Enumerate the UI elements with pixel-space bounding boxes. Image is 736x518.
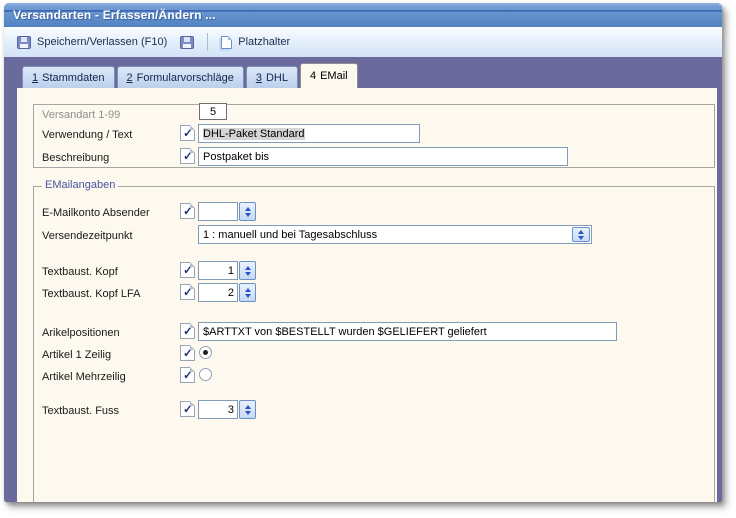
down-arrow-icon — [245, 411, 251, 415]
tab-dhl[interactable]: 3 DHL — [246, 66, 298, 88]
up-arrow-icon — [245, 405, 251, 409]
textbaust-kopf-spinner: 1 — [198, 261, 256, 280]
textbaust-kopf-lfa-spinner: 2 — [198, 283, 256, 302]
versendezeitpunkt-value: 1 : manuell und bei Tagesabschluss — [203, 229, 377, 241]
emailangaben-group-title: EMailangaben — [42, 179, 118, 191]
artikelpositionen-label: Arikelpositionen — [42, 327, 120, 339]
textbaust-fuss-spin-button[interactable] — [239, 400, 256, 419]
tab-label: Formularvorschläge — [137, 72, 234, 84]
save-button[interactable] — [175, 33, 199, 52]
emailkonto-spin-button[interactable] — [239, 202, 256, 221]
emailkonto-input[interactable] — [198, 202, 238, 221]
up-arrow-icon — [245, 288, 251, 292]
down-arrow-icon — [245, 294, 251, 298]
verwendung-label: Verwendung / Text — [42, 129, 132, 141]
artikel-mehrzeilig-radio[interactable] — [199, 368, 212, 381]
emailkonto-check-toggle[interactable] — [180, 203, 195, 219]
app-window: Versandarten - Erfassen/Ändern ... Speic… — [4, 3, 722, 502]
textbaust-fuss-spinner: 3 — [198, 400, 256, 419]
textbaust-fuss-label: Textbaust. Fuss — [42, 405, 119, 417]
toolbar-separator — [207, 33, 208, 51]
down-arrow-icon — [245, 272, 251, 276]
down-arrow-icon — [245, 213, 251, 217]
versandart-label: Versandart 1-99 — [42, 109, 120, 121]
textbaust-kopf-check-toggle[interactable] — [180, 262, 195, 278]
down-arrow-icon — [578, 236, 584, 240]
versandart-input[interactable]: 5 — [199, 103, 227, 120]
up-arrow-icon — [245, 266, 251, 270]
verwendung-check-toggle[interactable] — [180, 125, 195, 141]
artikel-einzeilig-radio[interactable] — [199, 346, 212, 359]
artikel-mehrzeilig-check-toggle[interactable] — [180, 367, 195, 383]
tab-stammdaten[interactable]: 1 Stammdaten — [22, 66, 115, 88]
beschreibung-check-toggle[interactable] — [180, 148, 195, 164]
tab-accelerator: 3 — [256, 72, 262, 84]
emailkonto-spinner — [198, 202, 256, 221]
desktop-background: Versandarten - Erfassen/Ändern ... Speic… — [0, 0, 736, 518]
textbaust-fuss-check-toggle[interactable] — [180, 401, 195, 417]
save-icon — [180, 36, 194, 49]
textbaust-kopf-lfa-spin-button[interactable] — [239, 283, 256, 302]
tab-email[interactable]: 4 EMail — [300, 63, 358, 88]
versendezeitpunkt-dropdown-button[interactable] — [572, 227, 590, 242]
placeholder-page-icon — [221, 36, 232, 49]
tab-label: EMail — [320, 70, 348, 82]
tab-bar: 1 Stammdaten 2 Formularvorschläge 3 DHL 4 EM… — [17, 57, 717, 88]
textbaust-kopf-input[interactable]: 1 — [198, 261, 238, 280]
emailkonto-label: E-Mailkonto Absender — [42, 207, 150, 219]
tab-page-frame: 1 Stammdaten 2 Formularvorschläge 3 DHL 4 EM… — [4, 57, 722, 502]
verwendung-value: DHL-Paket Standard — [203, 128, 305, 140]
artikel-einzeilig-label: Artikel 1 Zeilig — [42, 349, 111, 361]
textbaust-kopf-lfa-label: Textbaust. Kopf LFA — [42, 288, 140, 300]
textbaust-kopf-spin-button[interactable] — [239, 261, 256, 280]
beschreibung-input[interactable]: Postpaket bis — [198, 147, 568, 166]
tab-accelerator: 4 — [310, 70, 316, 82]
textbaust-kopf-lfa-check-toggle[interactable] — [180, 284, 195, 300]
up-arrow-icon — [578, 230, 584, 234]
save-icon — [17, 36, 31, 49]
window-title: Versandarten - Erfassen/Ändern ... — [13, 8, 216, 22]
save-exit-button[interactable]: Speichern/Verlassen (F10) — [12, 33, 172, 52]
artikel-mehrzeilig-label: Artikel Mehrzeilig — [42, 371, 126, 383]
artikelpositionen-value: $ARTTXT von $BESTELLT wurden $GELIEFERT … — [203, 326, 487, 338]
artikelpositionen-input[interactable]: $ARTTXT von $BESTELLT wurden $GELIEFERT … — [198, 322, 617, 341]
textbaust-fuss-input[interactable]: 3 — [198, 400, 238, 419]
tab-label: Stammdaten — [42, 72, 104, 84]
up-arrow-icon — [245, 207, 251, 211]
artikelpositionen-check-toggle[interactable] — [180, 323, 195, 339]
artikel-einzeilig-check-toggle[interactable] — [180, 345, 195, 361]
tab-accelerator: 2 — [127, 72, 133, 84]
verwendung-input[interactable]: DHL-Paket Standard — [198, 124, 420, 143]
beschreibung-label: Beschreibung — [42, 152, 109, 164]
tab-label: DHL — [266, 72, 288, 84]
save-exit-label: Speichern/Verlassen (F10) — [37, 36, 167, 48]
textbaust-kopf-label: Textbaust. Kopf — [42, 266, 118, 278]
placeholder-label: Platzhalter — [238, 36, 290, 48]
versendezeitpunkt-select[interactable]: 1 : manuell und bei Tagesabschluss — [198, 225, 592, 244]
tab-formularvorschlaege[interactable]: 2 Formularvorschläge — [117, 66, 244, 88]
versendezeitpunkt-label: Versendezeitpunkt — [42, 230, 133, 242]
tab-accelerator: 1 — [32, 72, 38, 84]
window-title-bar[interactable]: Versandarten - Erfassen/Ändern ... — [4, 3, 722, 27]
tab-email-content: Versandart 1-99 5 Verwendung / Text DHL-… — [17, 88, 717, 502]
textbaust-kopf-lfa-input[interactable]: 2 — [198, 283, 238, 302]
beschreibung-value: Postpaket bis — [203, 151, 269, 163]
placeholder-button[interactable]: Platzhalter — [216, 33, 295, 52]
toolbar: Speichern/Verlassen (F10) Platzhalter — [4, 27, 722, 57]
